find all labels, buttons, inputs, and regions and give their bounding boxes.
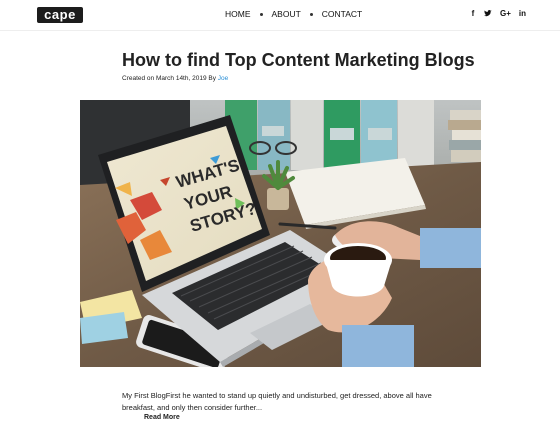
site-header: cape HOME ABOUT CONTACT f G+ in xyxy=(0,0,560,31)
twitter-icon[interactable] xyxy=(483,9,492,20)
nav-separator xyxy=(259,12,263,16)
linkedin-icon[interactable]: in xyxy=(519,9,526,20)
facebook-icon[interactable]: f xyxy=(470,9,476,20)
nav-contact[interactable]: CONTACT xyxy=(322,9,362,19)
nav-separator xyxy=(309,12,313,16)
post-hero-image[interactable]: WHAT'S YOUR STORY? xyxy=(80,100,481,367)
nav-home[interactable]: HOME xyxy=(225,9,251,19)
post-title[interactable]: How to find Top Content Marketing Blogs xyxy=(122,50,475,71)
twitter-bird-glyph xyxy=(483,10,492,17)
site-logo[interactable]: cape xyxy=(37,7,83,23)
post-excerpt: My First BlogFirst he wanted to stand up… xyxy=(122,390,432,413)
nav-about[interactable]: ABOUT xyxy=(272,9,301,19)
post-meta: Created on March 14th, 2019 By Joe xyxy=(122,75,228,82)
social-links: f G+ in xyxy=(470,9,526,20)
main-nav: HOME ABOUT CONTACT xyxy=(225,9,362,19)
post-author-link[interactable]: Joe xyxy=(218,75,228,82)
post-date: Created on March 14th, 2019 By xyxy=(122,75,216,82)
hero-illustration: WHAT'S YOUR STORY? xyxy=(80,100,481,367)
google-plus-icon[interactable]: G+ xyxy=(500,9,511,20)
